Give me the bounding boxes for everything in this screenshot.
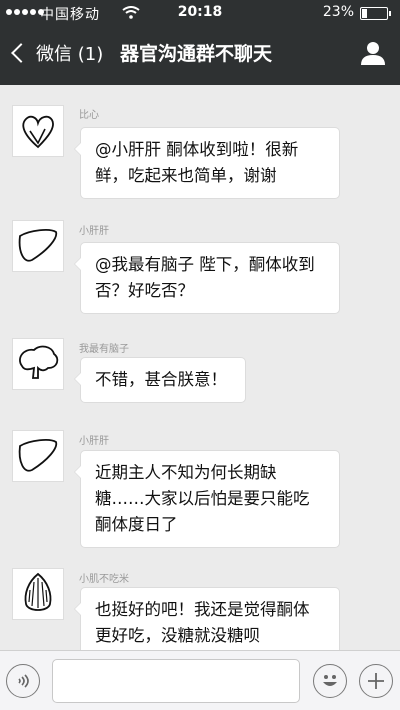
nav-bar: 微信 (1) 器官沟通群不聊天 [0, 26, 400, 85]
message-line: 否？好吃否？ [95, 281, 194, 300]
sender-name: 我最有脑子 [79, 344, 129, 355]
sender-name: 小肌不吃米 [79, 574, 129, 585]
battery-icon [360, 7, 391, 20]
header: 中国移动 20:18 23% 微信 (1) 器官沟通群不聊天 [0, 0, 400, 85]
message-bubble[interactable]: 不错，甚合朕意！ [74, 357, 246, 403]
avatar-heart-icon[interactable] [12, 105, 64, 157]
message-line: 也挺好的吧！我还是觉得酮体 [95, 600, 310, 619]
chat-title: 器官沟通群不聊天 [120, 43, 273, 65]
message-bubble[interactable]: 也挺好的吧！我还是觉得酮体 更好吃，没糖就没糖呗 [74, 587, 340, 650]
message-bubble[interactable]: @我最有脑子 陛下，酮体收到 否？好吃否？ [74, 242, 340, 314]
message-line: 近期主人不知为何长期缺 [95, 463, 277, 482]
sender-name: 比心 [79, 110, 99, 121]
avatar-muscle-icon[interactable] [12, 568, 64, 620]
back-button[interactable]: 微信 (1) [8, 40, 103, 66]
chat-area[interactable]: 比心 @小肝肝 酮体收到啦！很新 鲜，吃起来也简单，谢谢 小肝肝 @我最有脑子 … [0, 85, 400, 650]
avatar-liver-icon[interactable] [12, 220, 64, 272]
avatar-liver-icon[interactable] [12, 430, 64, 482]
battery-percent: 23% [322, 4, 354, 20]
chevron-left-icon [11, 43, 31, 63]
plus-icon[interactable] [359, 664, 393, 698]
message-input[interactable] [52, 659, 300, 703]
person-icon[interactable] [360, 40, 386, 66]
message-line: 糖……大家以后怕是要只能吃 [95, 489, 310, 508]
message-line: 更好吃，没糖就没糖呗 [95, 626, 260, 645]
sender-name: 小肝肝 [79, 226, 109, 237]
avatar-brain-icon[interactable] [12, 338, 64, 390]
message-line: 酮体度日了 [95, 515, 178, 534]
voice-icon[interactable] [6, 664, 40, 698]
message-line: 不错，甚合朕意！ [95, 370, 227, 389]
message-bubble[interactable]: 近期主人不知为何长期缺 糖……大家以后怕是要只能吃 酮体度日了 [74, 450, 340, 548]
back-label: 微信 (1) [36, 44, 104, 65]
sender-name: 小肝肝 [79, 436, 109, 447]
message-bubble[interactable]: @小肝肝 酮体收到啦！很新 鲜，吃起来也简单，谢谢 [74, 127, 340, 199]
input-bar [0, 650, 400, 710]
message-line: @我最有脑子 陛下，酮体收到 [95, 255, 315, 274]
emoji-icon[interactable] [313, 664, 347, 698]
message-line: 鲜，吃起来也简单，谢谢 [95, 166, 277, 185]
status-bar: 中国移动 20:18 23% [0, 0, 400, 26]
message-line: @小肝肝 酮体收到啦！很新 [95, 140, 299, 159]
